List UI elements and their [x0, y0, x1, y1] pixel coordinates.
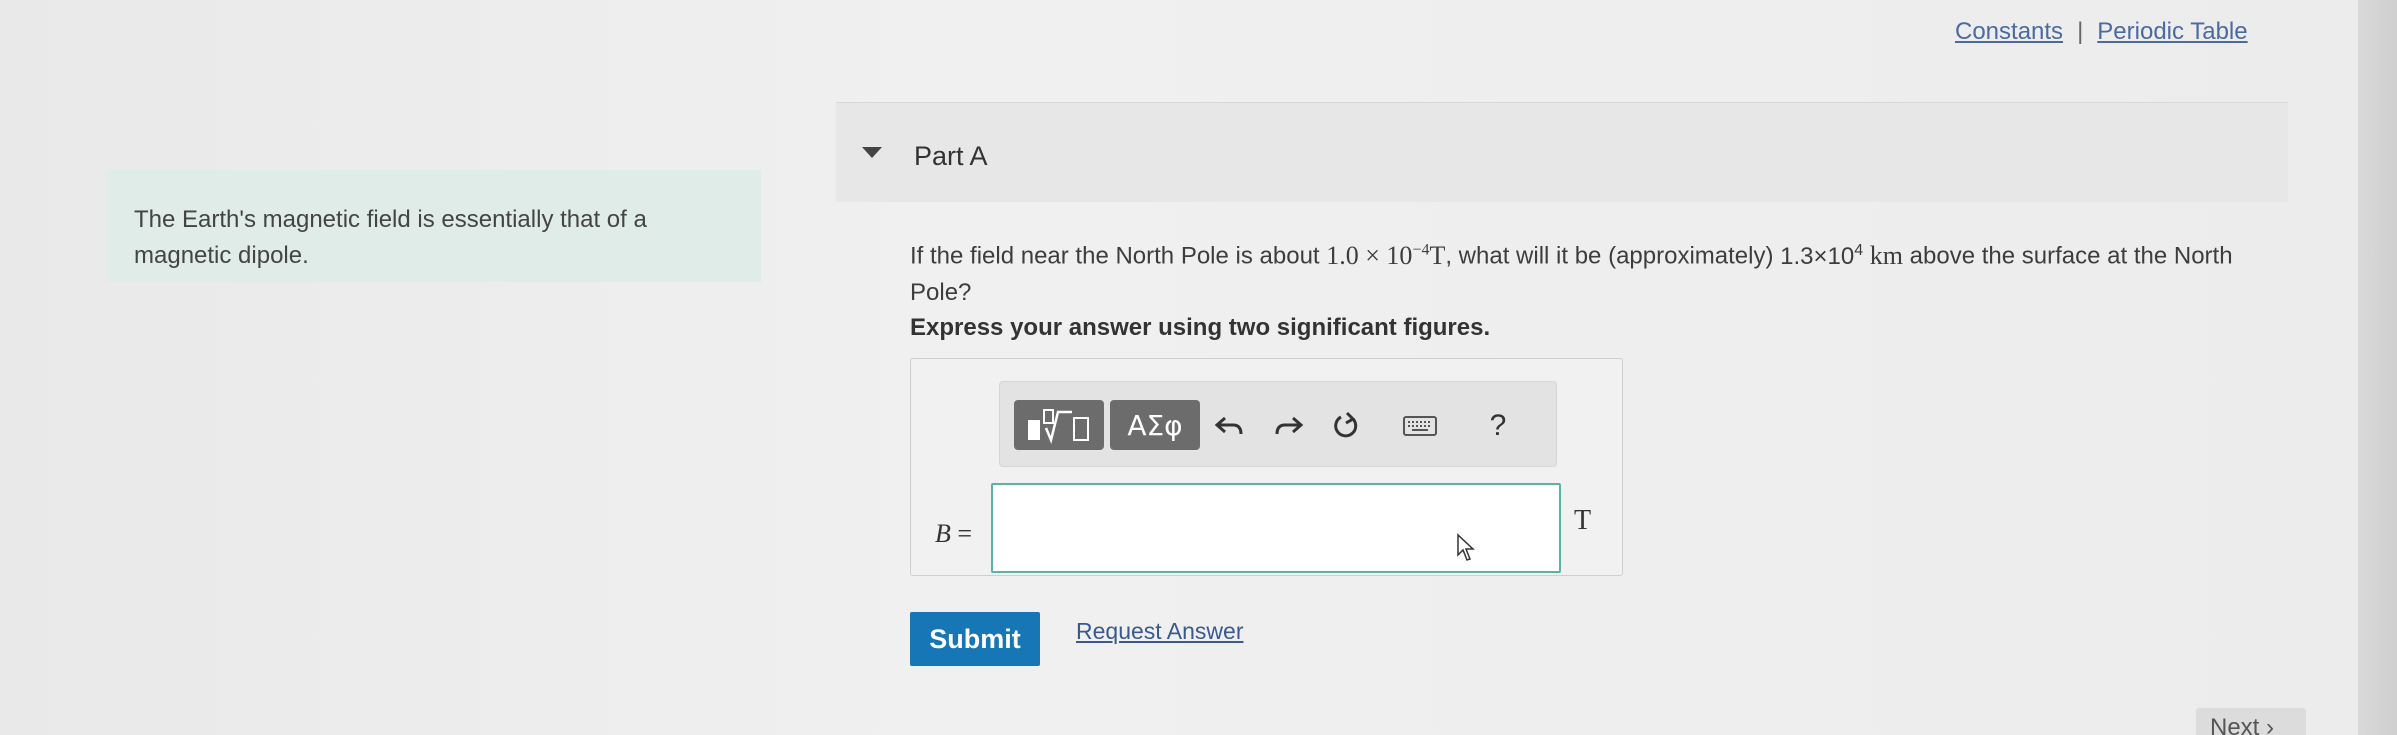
submit-button[interactable]: Submit: [910, 612, 1040, 666]
periodic-table-link[interactable]: Periodic Table: [2097, 18, 2247, 45]
unit-label: T: [1574, 505, 1592, 536]
intro-box: The Earth's magnetic field is essentiall…: [108, 170, 761, 282]
field-value: 1.0 × 10−4T: [1326, 240, 1446, 270]
link-separator: |: [2077, 18, 2084, 45]
templates-button[interactable]: [1014, 400, 1104, 450]
reset-icon[interactable]: [1326, 408, 1366, 444]
scrollbar-track[interactable]: [2358, 0, 2397, 735]
undo-icon[interactable]: [1210, 408, 1250, 444]
redo-icon[interactable]: [1268, 408, 1308, 444]
intro-text: The Earth's magnetic field is essentiall…: [134, 206, 647, 269]
height-value: 1.3×104 km: [1780, 240, 1904, 270]
instruction-text: Express your answer using two significan…: [910, 314, 1491, 341]
help-icon[interactable]: ?: [1478, 408, 1518, 444]
templates-icon: [1028, 409, 1089, 444]
next-button[interactable]: Next ›: [2196, 708, 2306, 735]
keyboard-icon[interactable]: [1400, 408, 1440, 444]
request-answer-link[interactable]: Request Answer: [1076, 618, 1243, 645]
part-title: Part A: [914, 141, 988, 171]
collapse-triangle-icon[interactable]: [862, 147, 882, 158]
greek-symbols-button[interactable]: ΑΣφ: [1110, 400, 1200, 450]
top-links: Constants | Periodic Table: [1955, 18, 2248, 46]
variable-label: B =: [935, 519, 973, 548]
math-toolbar: ΑΣφ ?: [999, 381, 1557, 467]
part-header[interactable]: Part A: [836, 102, 2288, 202]
answer-panel: ΑΣφ ? B = T: [910, 358, 1623, 576]
question-text: If the field near the North Pole is abou…: [910, 240, 2233, 306]
constants-link[interactable]: Constants: [1955, 18, 2063, 45]
mouse-cursor-icon: [1457, 533, 1475, 561]
